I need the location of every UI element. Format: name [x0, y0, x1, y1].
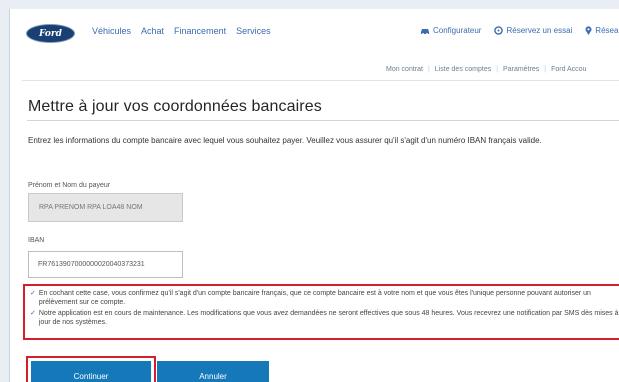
payer-name-label: Prénom et Nom du payeur — [28, 182, 111, 189]
checkmark-icon[interactable]: ✓ — [30, 289, 36, 307]
logo-text: Ford — [39, 28, 62, 39]
nav-essai[interactable]: Réservez un essai — [494, 26, 572, 35]
subnav-separator: | — [427, 66, 430, 73]
nav-configurateur-label: Configurateur — [433, 26, 482, 35]
subnav-parametres[interactable]: Paramètres — [503, 66, 539, 73]
notice-box: ✓ En cochant cette case, vous confirmez … — [23, 284, 619, 340]
nav-reseau-label: Résea — [595, 26, 619, 35]
maintenance-text: Notre application est en cours de mainte… — [38, 310, 619, 326]
steering-wheel-icon — [494, 26, 504, 35]
nav-essai-label: Réservez un essai — [506, 26, 573, 35]
page-title: Mettre à jour vos coordonnées bancaires — [28, 98, 322, 115]
main-nav: Véhicules Achat Financement Services — [92, 26, 271, 36]
iban-input[interactable]: FR7613907000000020040373231 — [28, 251, 183, 278]
subnav-liste-comptes[interactable]: Liste des comptes — [435, 66, 491, 73]
checkmark-icon: ✓ — [30, 310, 36, 317]
account-subnav: Mon contrat | Liste des comptes | Paramè… — [386, 66, 586, 73]
subnav-separator: | — [496, 66, 499, 73]
title-divider — [27, 120, 619, 121]
subnav-ford-account[interactable]: Ford Accou — [551, 66, 586, 73]
nav-reseau[interactable]: Résea — [585, 26, 618, 35]
cancel-button[interactable]: Annuler — [157, 361, 269, 382]
utility-nav: Configurateur Réservez un essai Résea — [420, 26, 618, 35]
maintenance-notice: ✓ Notre application est en cours de main… — [30, 309, 619, 327]
payer-name-field: RPA PRENOM RPA LOA48 NOM — [28, 193, 183, 222]
subnav-separator: | — [544, 66, 547, 73]
nav-achat[interactable]: Achat — [141, 26, 164, 36]
nav-vehicules[interactable]: Véhicules — [92, 26, 131, 36]
confirmation-notice[interactable]: ✓ En cochant cette case, vous confirmez … — [30, 289, 619, 307]
confirmation-text: En cochant cette case, vous confirmez qu… — [38, 290, 591, 306]
ford-logo[interactable]: Ford — [26, 24, 75, 43]
page: Ford Véhicules Achat Financement Service… — [9, 9, 619, 382]
nav-configurateur[interactable]: Configurateur — [420, 26, 481, 35]
subnav-mon-contrat[interactable]: Mon contrat — [386, 66, 423, 73]
iban-label: IBAN — [28, 237, 45, 244]
nav-services[interactable]: Services — [236, 26, 271, 36]
continue-button[interactable]: Continuer — [31, 361, 151, 382]
header-divider — [22, 80, 619, 81]
intro-text: Entrez les informations du compte bancai… — [28, 136, 542, 145]
car-icon — [421, 28, 429, 35]
nav-financement[interactable]: Financement — [174, 26, 226, 36]
location-pin-icon — [585, 26, 592, 35]
top-navigation: Ford Véhicules Achat Financement Service… — [10, 9, 619, 52]
